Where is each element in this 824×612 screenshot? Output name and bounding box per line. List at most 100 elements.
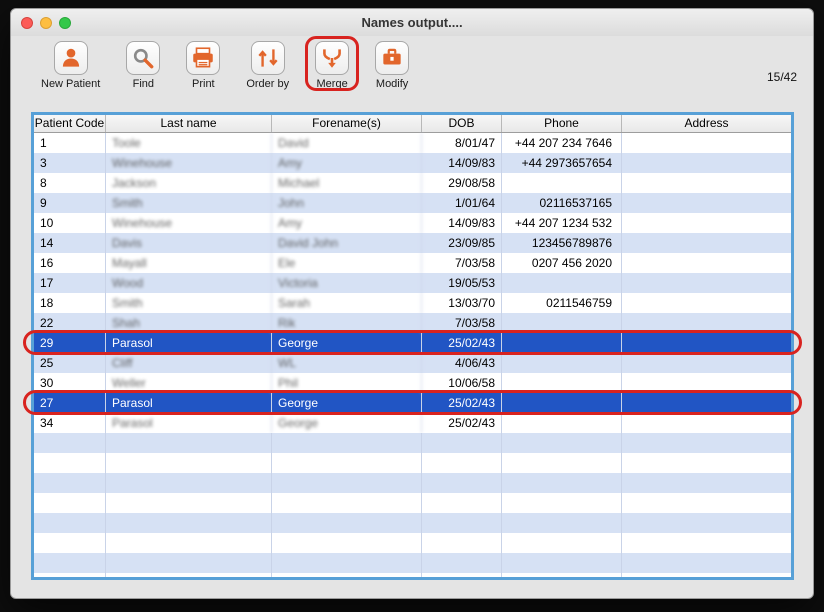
cell-phone: 123456789876 bbox=[502, 233, 622, 253]
table-row[interactable]: 27ParasolGeorge25/02/43 bbox=[34, 393, 791, 413]
cell-phone bbox=[502, 353, 622, 373]
cell-dob: 14/09/83 bbox=[422, 153, 502, 173]
cell-phone: +44 207 234 7646 bbox=[502, 133, 622, 153]
cell-address bbox=[622, 213, 791, 233]
cell-address bbox=[622, 433, 791, 453]
cell-phone: 0207 456 2020 bbox=[502, 253, 622, 273]
cell-patient-code: 3 bbox=[34, 153, 106, 173]
cell-forename: Amy bbox=[272, 213, 422, 233]
cell-address bbox=[622, 513, 791, 533]
cell-dob: 14/09/83 bbox=[422, 213, 502, 233]
new-patient-icon bbox=[54, 41, 88, 75]
table-row[interactable]: 8JacksonMichael29/08/58 bbox=[34, 173, 791, 193]
empty-row[interactable] bbox=[34, 493, 791, 513]
cell-dob: 7/03/58 bbox=[422, 253, 502, 273]
empty-row[interactable] bbox=[34, 553, 791, 573]
empty-row[interactable] bbox=[34, 533, 791, 553]
cell-forename bbox=[272, 533, 422, 553]
cell-dob: 7/03/58 bbox=[422, 313, 502, 333]
header-dob[interactable]: DOB bbox=[422, 115, 502, 132]
cell-dob bbox=[422, 473, 502, 493]
header-patient-code[interactable]: Patient Code bbox=[34, 115, 106, 132]
table-row[interactable]: 9SmithJohn1/01/6402116537165 bbox=[34, 193, 791, 213]
table-row[interactable]: 29ParasolGeorge25/02/43 bbox=[34, 333, 791, 353]
cell-dob bbox=[422, 513, 502, 533]
empty-row[interactable] bbox=[34, 573, 791, 580]
table-row[interactable]: 30WellerPhil10/06/58 bbox=[34, 373, 791, 393]
merge-button[interactable]: Merge bbox=[315, 41, 349, 90]
table-row[interactable]: 3WinehouseAmy14/09/83+44 2973657654 bbox=[34, 153, 791, 173]
cell-address bbox=[622, 373, 791, 393]
order-by-button[interactable]: Order by bbox=[246, 41, 289, 90]
table-row[interactable]: 17WoodVictoria19/05/53 bbox=[34, 273, 791, 293]
merge-icon bbox=[315, 41, 349, 75]
cell-last-name: Jackson bbox=[106, 173, 272, 193]
cell-phone bbox=[502, 173, 622, 193]
table-row[interactable]: 14DavisDavid John23/09/85123456789876 bbox=[34, 233, 791, 253]
cell-patient-code bbox=[34, 573, 106, 580]
cell-address bbox=[622, 573, 791, 580]
cell-forename: Ele bbox=[272, 253, 422, 273]
cell-dob: 1/01/64 bbox=[422, 193, 502, 213]
cell-dob: 23/09/85 bbox=[422, 233, 502, 253]
cell-forename bbox=[272, 573, 422, 580]
table-row[interactable]: 16MayallEle7/03/580207 456 2020 bbox=[34, 253, 791, 273]
cell-address bbox=[622, 473, 791, 493]
cell-dob bbox=[422, 433, 502, 453]
cell-patient-code bbox=[34, 493, 106, 513]
cell-patient-code: 10 bbox=[34, 213, 106, 233]
cell-forename: Sarah bbox=[272, 293, 422, 313]
cell-forename: George bbox=[272, 393, 422, 413]
modify-button[interactable]: Modify bbox=[375, 41, 409, 90]
cell-last-name: Wood bbox=[106, 273, 272, 293]
new-patient-label: New Patient bbox=[41, 78, 100, 90]
table-header: Patient Code Last name Forename(s) DOB P… bbox=[34, 115, 791, 133]
empty-row[interactable] bbox=[34, 513, 791, 533]
new-patient-button[interactable]: New Patient bbox=[41, 41, 100, 90]
cell-dob bbox=[422, 493, 502, 513]
cell-forename: WL bbox=[272, 353, 422, 373]
cell-address bbox=[622, 413, 791, 433]
cell-forename: George bbox=[272, 413, 422, 433]
header-forename[interactable]: Forename(s) bbox=[272, 115, 422, 132]
cell-phone bbox=[502, 573, 622, 580]
cell-phone bbox=[502, 493, 622, 513]
cell-address bbox=[622, 173, 791, 193]
cell-patient-code bbox=[34, 513, 106, 533]
cell-phone bbox=[502, 433, 622, 453]
table-row[interactable]: 25CliffWL4/06/43 bbox=[34, 353, 791, 373]
cell-last-name: Smith bbox=[106, 193, 272, 213]
cell-dob: 25/02/43 bbox=[422, 333, 502, 353]
cell-dob: 4/06/43 bbox=[422, 353, 502, 373]
cell-last-name: Toole bbox=[106, 133, 272, 153]
empty-row[interactable] bbox=[34, 433, 791, 453]
cell-patient-code: 16 bbox=[34, 253, 106, 273]
print-button[interactable]: Print bbox=[186, 41, 220, 90]
cell-dob: 25/02/43 bbox=[422, 413, 502, 433]
header-last-name[interactable]: Last name bbox=[106, 115, 272, 132]
table-row[interactable]: 10WinehouseAmy14/09/83+44 207 1234 532 bbox=[34, 213, 791, 233]
cell-address bbox=[622, 393, 791, 413]
empty-row[interactable] bbox=[34, 473, 791, 493]
cell-address bbox=[622, 313, 791, 333]
cell-address bbox=[622, 233, 791, 253]
table-row[interactable]: 18SmithSarah13/03/700211546759 bbox=[34, 293, 791, 313]
cell-forename bbox=[272, 473, 422, 493]
cell-last-name: Davis bbox=[106, 233, 272, 253]
cell-forename bbox=[272, 553, 422, 573]
table-row[interactable]: 1TooleDavid8/01/47+44 207 234 7646 bbox=[34, 133, 791, 153]
empty-row[interactable] bbox=[34, 453, 791, 473]
table-row[interactable]: 34ParasolGeorge25/02/43 bbox=[34, 413, 791, 433]
cell-patient-code: 34 bbox=[34, 413, 106, 433]
cell-address bbox=[622, 293, 791, 313]
header-address[interactable]: Address bbox=[622, 115, 791, 132]
cell-patient-code bbox=[34, 453, 106, 473]
find-button[interactable]: Find bbox=[126, 41, 160, 90]
header-phone[interactable]: Phone bbox=[502, 115, 622, 132]
order-by-icon bbox=[251, 41, 285, 75]
table-row[interactable]: 22ShahRik7/03/58 bbox=[34, 313, 791, 333]
cell-dob bbox=[422, 573, 502, 580]
cell-forename bbox=[272, 453, 422, 473]
cell-last-name: Mayall bbox=[106, 253, 272, 273]
record-count: 15/42 bbox=[767, 70, 797, 84]
